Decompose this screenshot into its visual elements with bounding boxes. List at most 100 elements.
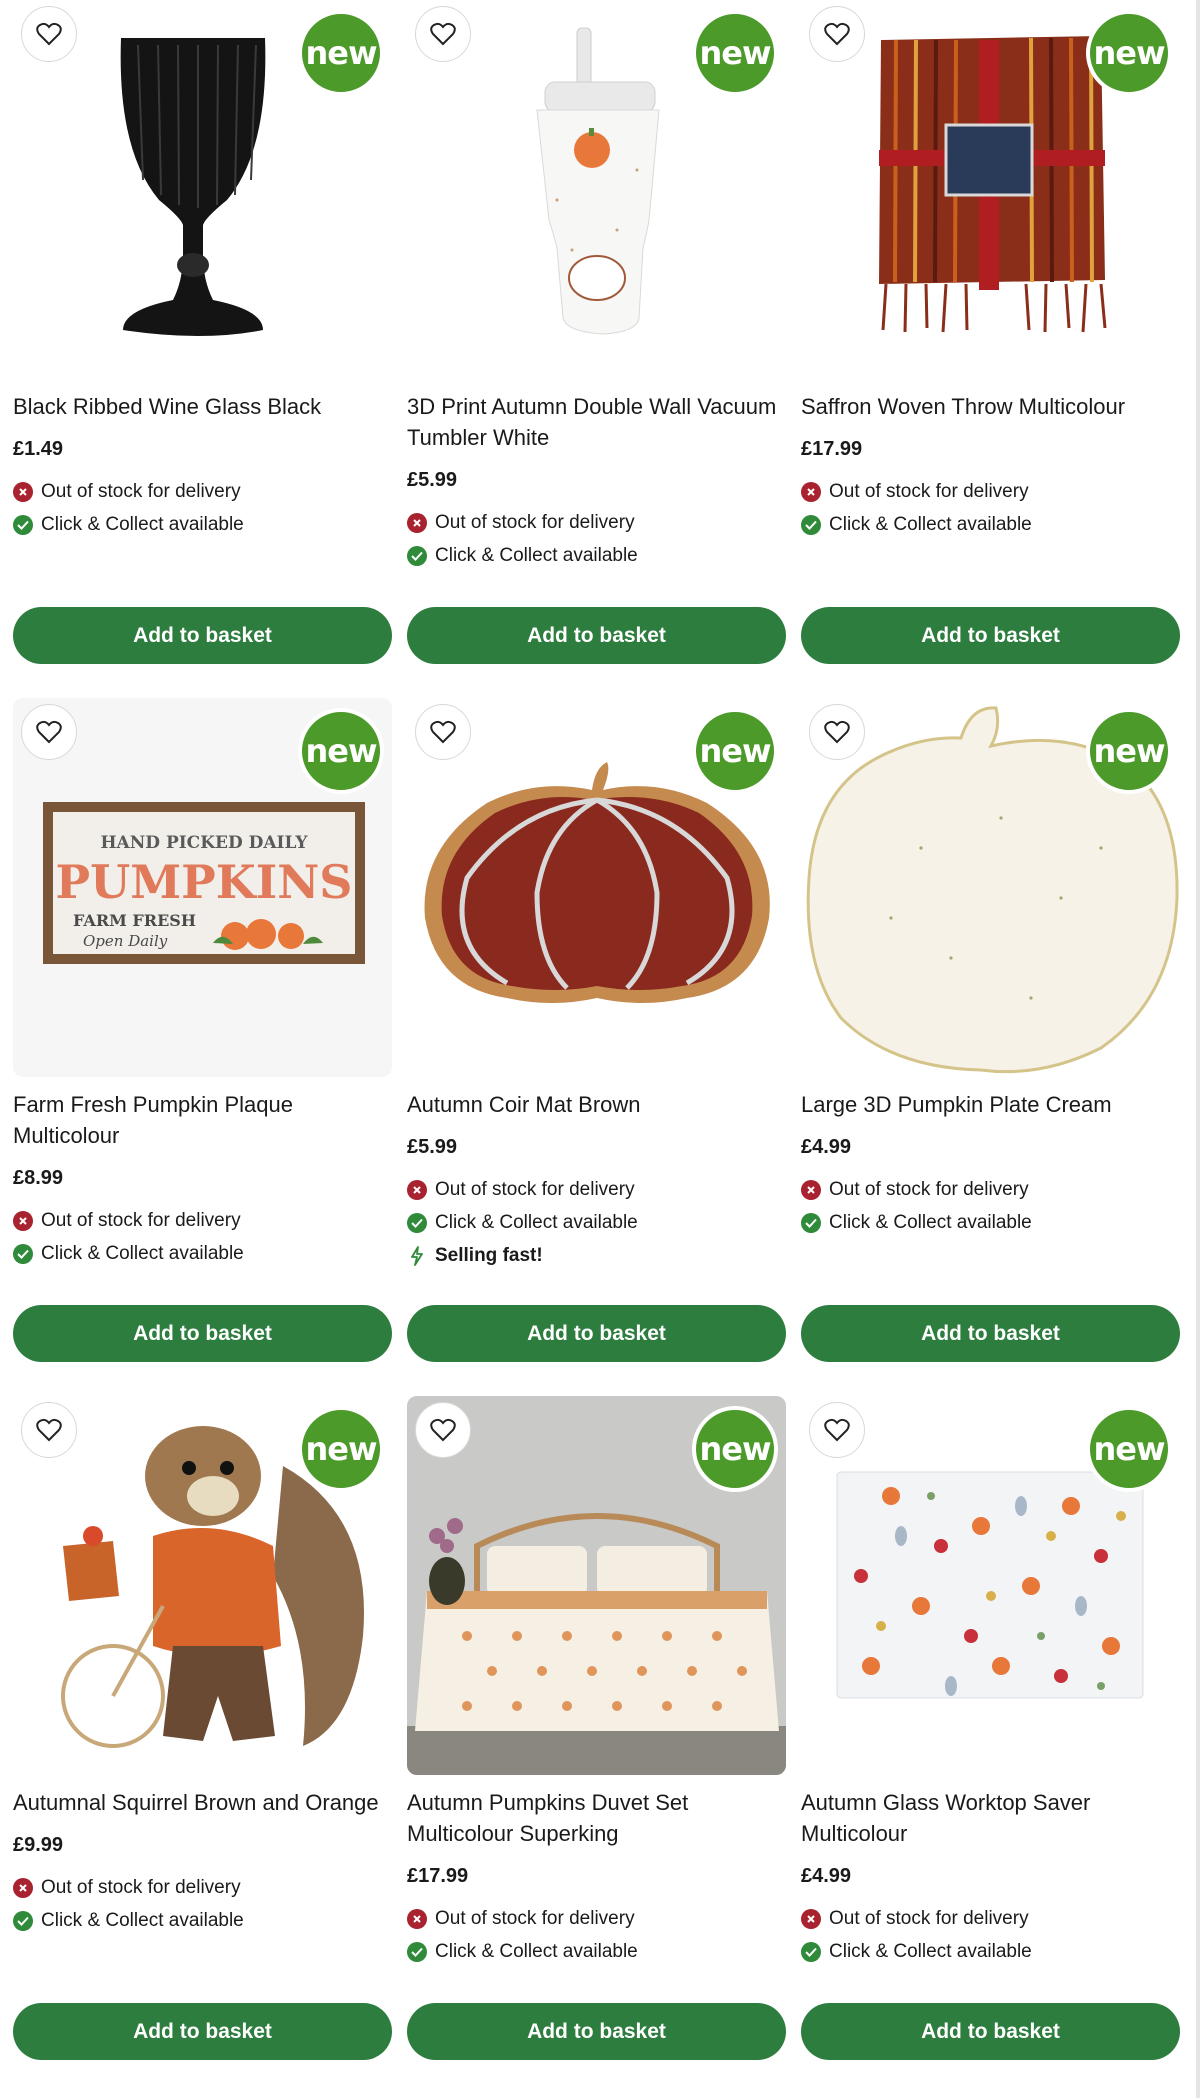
product-image[interactable]: new: [801, 0, 1180, 379]
check-circle-icon: [13, 1910, 33, 1931]
product-title[interactable]: Autumn Pumpkins Duvet Set Multicolour Su…: [407, 1787, 786, 1849]
product-title[interactable]: Autumnal Squirrel Brown and Orange: [13, 1787, 392, 1818]
add-to-basket-button[interactable]: Add to basket: [13, 1305, 392, 1362]
check-circle-icon: [801, 1212, 821, 1233]
delivery-status: Out of stock for delivery: [13, 1204, 392, 1237]
product-card: new Autumn Pumpkins Duvet Set Multicolou…: [407, 1396, 786, 2094]
product-card: new Autumnal Squirrel Brown and Orange £…: [13, 1396, 392, 2094]
collect-status: Click & Collect available: [407, 1206, 786, 1239]
product-image[interactable]: new: [801, 698, 1180, 1077]
product-price: £17.99: [407, 1865, 469, 1887]
wishlist-button[interactable]: [415, 1402, 471, 1458]
collect-status: Click & Collect available: [13, 508, 392, 541]
product-title[interactable]: Autumn Glass Worktop Saver Multicolour: [801, 1787, 1180, 1849]
new-badge: new: [692, 708, 778, 794]
wishlist-button[interactable]: [809, 6, 865, 62]
wishlist-button[interactable]: [415, 704, 471, 760]
collect-status-text: Click & Collect available: [829, 1941, 1032, 1962]
wishlist-button[interactable]: [21, 704, 77, 760]
stock-status-list: Out of stock for delivery Click & Collec…: [13, 475, 392, 541]
heart-icon: [36, 22, 62, 46]
delivery-status-text: Out of stock for delivery: [435, 1908, 635, 1929]
collect-status: Click & Collect available: [13, 1237, 392, 1270]
product-card: new Autumn Glass Worktop Saver Multicolo…: [801, 1396, 1180, 2094]
collect-status-text: Click & Collect available: [435, 1941, 638, 1962]
add-to-basket-button[interactable]: Add to basket: [801, 1305, 1180, 1362]
scrollbar[interactable]: [1196, 0, 1200, 2098]
delivery-status-text: Out of stock for delivery: [435, 1179, 635, 1200]
check-circle-icon: [13, 514, 33, 535]
selling-fast-status: Selling fast!: [407, 1239, 786, 1272]
product-title[interactable]: 3D Print Autumn Double Wall Vacuum Tumbl…: [407, 391, 786, 453]
heart-icon: [430, 1418, 456, 1442]
add-to-basket-button[interactable]: Add to basket: [13, 607, 392, 664]
plaque-line-2: PUMPKINS: [56, 855, 353, 909]
product-card: new Large 3D Pumpkin Plate Cream £4.99 O…: [801, 698, 1180, 1396]
delivery-status-text: Out of stock for delivery: [41, 1210, 241, 1231]
product-title[interactable]: Saffron Woven Throw Multicolour: [801, 391, 1180, 422]
new-badge: new: [692, 10, 778, 96]
add-to-basket-button[interactable]: Add to basket: [407, 607, 786, 664]
product-grid: new Black Ribbed Wine Glass Black £1.49 …: [13, 0, 1183, 2094]
wishlist-button[interactable]: [809, 704, 865, 760]
add-to-basket-button[interactable]: Add to basket: [407, 2003, 786, 2060]
heart-icon: [36, 1418, 62, 1442]
product-price: £1.49: [13, 438, 64, 460]
delivery-status: Out of stock for delivery: [13, 475, 392, 508]
add-to-basket-button[interactable]: Add to basket: [801, 2003, 1180, 2060]
delivery-status: Out of stock for delivery: [407, 506, 786, 539]
delivery-status: Out of stock for delivery: [801, 1173, 1180, 1206]
add-to-basket-button[interactable]: Add to basket: [407, 1305, 786, 1362]
heart-icon: [36, 720, 62, 744]
cross-circle-icon: [13, 1877, 33, 1898]
collect-status: Click & Collect available: [801, 1206, 1180, 1239]
heart-icon: [430, 720, 456, 744]
product-price: £4.99: [801, 1136, 852, 1158]
product-image[interactable]: new: [407, 1396, 786, 1775]
plaque-line-4: Open Daily: [83, 932, 168, 950]
add-to-basket-button[interactable]: Add to basket: [13, 2003, 392, 2060]
new-badge: new: [298, 708, 384, 794]
delivery-status-text: Out of stock for delivery: [435, 512, 635, 533]
check-circle-icon: [801, 1941, 821, 1962]
stock-status-list: Out of stock for delivery Click & Collec…: [801, 1173, 1180, 1239]
stock-status-list: Out of stock for delivery Click & Collec…: [13, 1871, 392, 1937]
wishlist-button[interactable]: [21, 6, 77, 62]
check-circle-icon: [407, 1941, 427, 1962]
wishlist-button[interactable]: [21, 1402, 77, 1458]
product-title[interactable]: Black Ribbed Wine Glass Black: [13, 391, 392, 422]
stock-status-list: Out of stock for delivery Click & Collec…: [13, 1204, 392, 1270]
product-card: new Black Ribbed Wine Glass Black £1.49 …: [13, 0, 392, 698]
cross-circle-icon: [801, 1179, 821, 1200]
product-image[interactable]: new: [407, 698, 786, 1077]
wishlist-button[interactable]: [809, 1402, 865, 1458]
product-image[interactable]: new: [13, 0, 392, 379]
product-image[interactable]: new: [407, 0, 786, 379]
lightning-icon: [407, 1245, 427, 1266]
add-to-basket-button[interactable]: Add to basket: [801, 607, 1180, 664]
delivery-status: Out of stock for delivery: [801, 1902, 1180, 1935]
wishlist-button[interactable]: [415, 6, 471, 62]
delivery-status-text: Out of stock for delivery: [41, 481, 241, 502]
cross-circle-icon: [13, 1210, 33, 1231]
new-badge: new: [1086, 1406, 1172, 1492]
product-image[interactable]: new: [801, 1396, 1180, 1775]
plaque-line-3: FARM FRESH: [73, 911, 196, 930]
product-title[interactable]: Autumn Coir Mat Brown: [407, 1089, 786, 1120]
stock-status-list: Out of stock for delivery Click & Collec…: [407, 506, 786, 572]
product-price: £4.99: [801, 1865, 852, 1887]
check-circle-icon: [407, 1212, 427, 1233]
product-image[interactable]: HAND PICKED DAILY PUMPKINS FARM FRESH Op…: [13, 698, 392, 1077]
delivery-status-text: Out of stock for delivery: [41, 1877, 241, 1898]
new-badge: new: [692, 1406, 778, 1492]
product-card: HAND PICKED DAILY PUMPKINS FARM FRESH Op…: [13, 698, 392, 1396]
delivery-status-text: Out of stock for delivery: [829, 1908, 1029, 1929]
check-circle-icon: [13, 1243, 33, 1264]
collect-status: Click & Collect available: [407, 539, 786, 572]
collect-status: Click & Collect available: [801, 508, 1180, 541]
product-image[interactable]: new: [13, 1396, 392, 1775]
product-title[interactable]: Farm Fresh Pumpkin Plaque Multicolour: [13, 1089, 392, 1151]
collect-status-text: Click & Collect available: [829, 1212, 1032, 1233]
product-title[interactable]: Large 3D Pumpkin Plate Cream: [801, 1089, 1180, 1120]
cross-circle-icon: [801, 481, 821, 502]
